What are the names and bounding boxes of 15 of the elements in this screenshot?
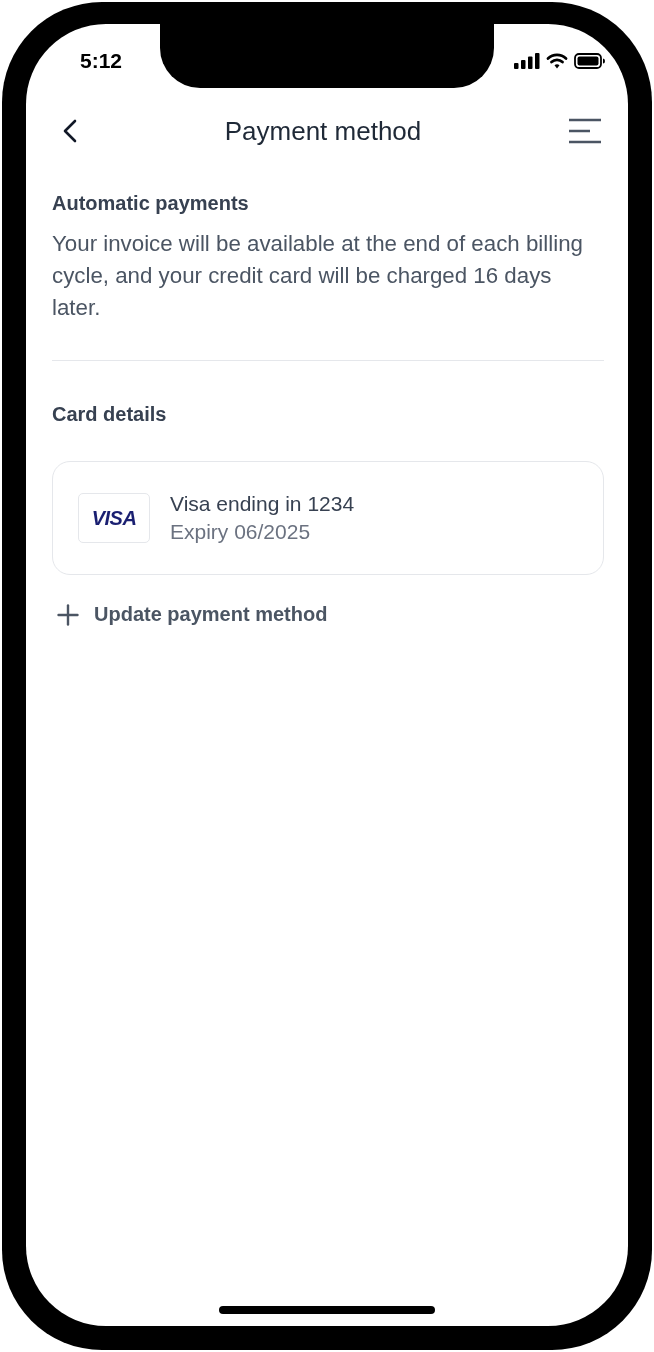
plus-icon (57, 603, 79, 626)
wifi-icon (546, 53, 568, 69)
card-name: Visa ending in 1234 (170, 492, 355, 516)
card-brand-logo: VISA (78, 493, 150, 543)
page-title: Payment method (224, 115, 422, 147)
signal-icon (514, 53, 540, 69)
description-text: Your invoice will be available at the end of each billing cycle, and your credit card will be charged 16 days later. (52, 230, 584, 322)
back-button[interactable] (62, 118, 78, 144)
section-heading: Automatic payments (52, 191, 250, 216)
status-time: 5:12 (80, 49, 123, 73)
menu-button[interactable] (568, 118, 602, 144)
battery-icon (574, 53, 606, 69)
section-heading: Card details (52, 402, 168, 427)
card-expiry: Expiry 06/2025 (170, 520, 312, 544)
update-payment-link[interactable]: Update payment method (52, 603, 328, 626)
